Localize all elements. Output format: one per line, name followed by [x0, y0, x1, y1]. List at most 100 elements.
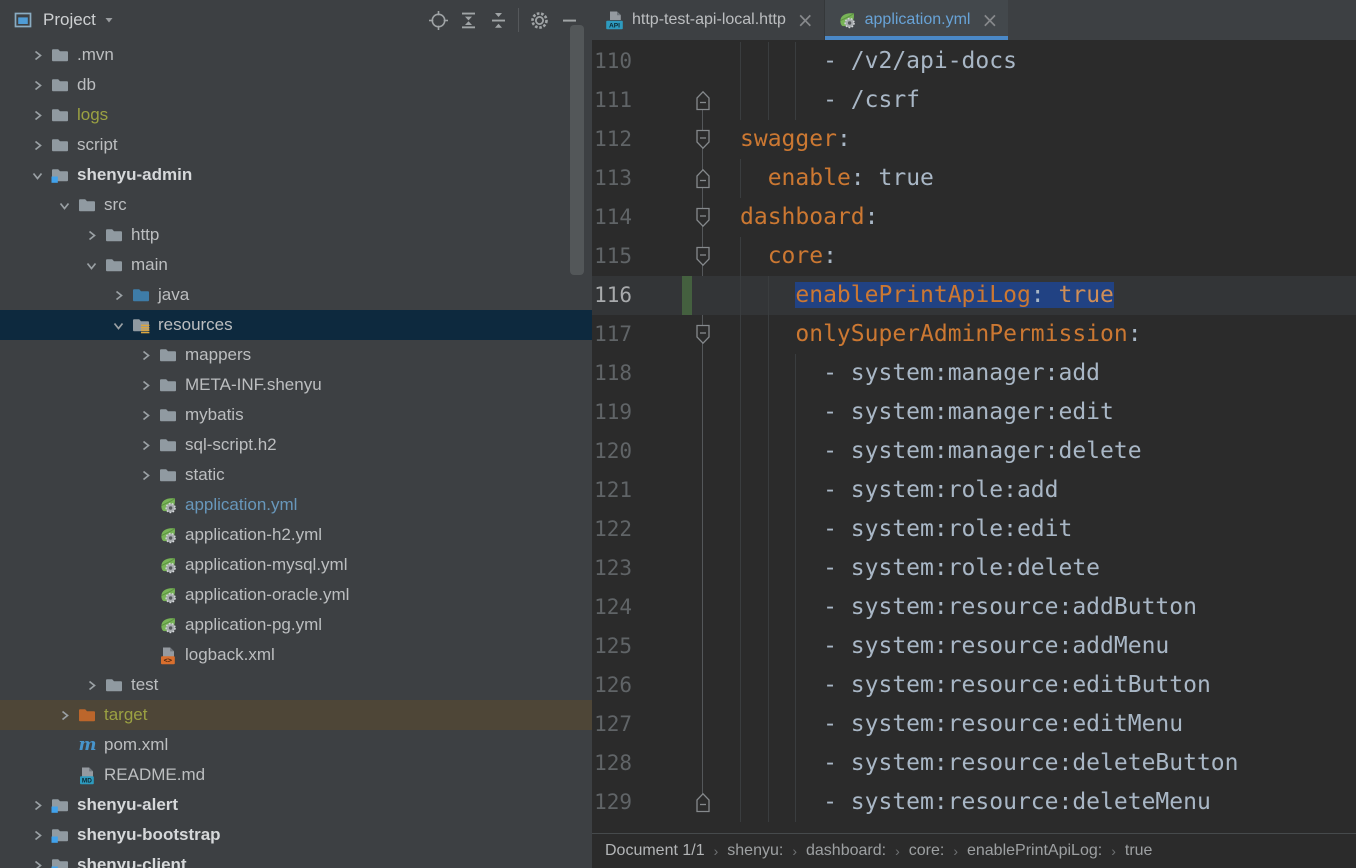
tree-item-application-oracle-yml[interactable]: application-oracle.yml: [0, 580, 592, 610]
tree-item-sql-script-h2[interactable]: sql-script.h2: [0, 430, 592, 460]
line-number: 114: [592, 198, 632, 237]
code-line-112[interactable]: 112swagger:: [592, 120, 1356, 159]
fold-up-icon[interactable]: [695, 168, 711, 189]
breadcrumb-item-1[interactable]: shenyu:: [724, 842, 786, 860]
code-line-124[interactable]: 124 - system:resource:addButton: [592, 588, 1356, 627]
code-line-122[interactable]: 122 - system:role:edit: [592, 510, 1356, 549]
tree-item-pom-xml[interactable]: mpom.xml: [0, 730, 592, 760]
tree-item-target[interactable]: target: [0, 700, 592, 730]
code-line-118[interactable]: 118 - system:manager:add: [592, 354, 1356, 393]
code-line-128[interactable]: 128 - system:resource:deleteButton: [592, 744, 1356, 783]
tree-item-shenyu-bootstrap[interactable]: shenyu-bootstrap: [0, 820, 592, 850]
code-line-129[interactable]: 129 - system:resource:deleteMenu: [592, 783, 1356, 822]
chevron-right-icon[interactable]: [26, 859, 48, 868]
collapse-all-icon[interactable]: [483, 5, 513, 35]
tree-item-application-pg-yml[interactable]: application-pg.yml: [0, 610, 592, 640]
tree-item--mvn[interactable]: .mvn: [0, 40, 592, 70]
line-number: 117: [592, 315, 632, 354]
tree-item-mybatis[interactable]: mybatis: [0, 400, 592, 430]
tree-item-src[interactable]: src: [0, 190, 592, 220]
code-editor[interactable]: 110 - /v2/api-docs111 - /csrf112swagger:…: [592, 40, 1356, 833]
chevron-right-icon[interactable]: [26, 79, 48, 92]
breadcrumb-item-2[interactable]: dashboard:: [803, 842, 889, 860]
close-icon[interactable]: ×: [981, 10, 998, 30]
code-line-119[interactable]: 119 - system:manager:edit: [592, 393, 1356, 432]
code-line-121[interactable]: 121 - system:role:add: [592, 471, 1356, 510]
chevron-down-icon[interactable]: [80, 259, 102, 272]
chevron-down-icon[interactable]: [26, 169, 48, 182]
svg-text:<>: <>: [164, 656, 172, 664]
chevron-right-icon[interactable]: [26, 799, 48, 812]
chevron-right-icon[interactable]: [80, 229, 102, 242]
code-line-113[interactable]: 113 enable: true: [592, 159, 1356, 198]
chevron-down-icon[interactable]: [53, 199, 75, 212]
close-icon[interactable]: ×: [797, 10, 814, 30]
tree-item-logback-xml[interactable]: <>logback.xml: [0, 640, 592, 670]
chevron-right-icon[interactable]: [134, 349, 156, 362]
chevron-right-icon[interactable]: [134, 379, 156, 392]
code-line-123[interactable]: 123 - system:role:delete: [592, 549, 1356, 588]
code-line-127[interactable]: 127 - system:resource:editMenu: [592, 705, 1356, 744]
tree-item-logs[interactable]: logs: [0, 100, 592, 130]
tab-application-yml[interactable]: application.yml×: [825, 0, 1009, 40]
chevron-right-icon[interactable]: [134, 439, 156, 452]
fold-up-icon[interactable]: [695, 90, 711, 111]
tree-item-application-yml[interactable]: application.yml: [0, 490, 592, 520]
expand-all-icon[interactable]: [453, 5, 483, 35]
tree-item-db[interactable]: db: [0, 70, 592, 100]
tree-item-static[interactable]: static: [0, 460, 592, 490]
tree-item-application-mysql-yml[interactable]: application-mysql.yml: [0, 550, 592, 580]
breadcrumb-item-0[interactable]: Document 1/1: [602, 842, 708, 860]
tree-item-shenyu-alert[interactable]: shenyu-alert: [0, 790, 592, 820]
tree-item-shenyu-admin[interactable]: shenyu-admin: [0, 160, 592, 190]
chevron-right-icon[interactable]: [53, 709, 75, 722]
fold-down-icon[interactable]: [695, 207, 711, 228]
line-number: 115: [592, 237, 632, 276]
settings-icon[interactable]: [524, 5, 554, 35]
tree-item-http[interactable]: http: [0, 220, 592, 250]
tree-item-application-h2-yml[interactable]: application-h2.yml: [0, 520, 592, 550]
breadcrumb-item-5[interactable]: true: [1122, 842, 1156, 860]
code-line-125[interactable]: 125 - system:resource:addMenu: [592, 627, 1356, 666]
fold-down-icon[interactable]: [695, 129, 711, 150]
folder-icon: [102, 227, 126, 243]
tree-item-resources[interactable]: resources: [0, 310, 592, 340]
chevron-right-icon[interactable]: [107, 289, 129, 302]
code-line-116[interactable]: 116 enablePrintApiLog: true: [592, 276, 1356, 315]
chevron-down-icon[interactable]: [103, 14, 115, 26]
chevron-right-icon[interactable]: [134, 469, 156, 482]
tree-item-test[interactable]: test: [0, 670, 592, 700]
chevron-down-icon[interactable]: [107, 319, 129, 332]
tree-item-shenyu-client[interactable]: shenyu-client: [0, 850, 592, 868]
breadcrumb-item-4[interactable]: enablePrintApiLog:: [964, 842, 1105, 860]
code-line-126[interactable]: 126 - system:resource:editButton: [592, 666, 1356, 705]
chevron-right-icon[interactable]: [80, 679, 102, 692]
tree-item-mappers[interactable]: mappers: [0, 340, 592, 370]
tool-window-title[interactable]: Project: [43, 10, 96, 30]
code-line-117[interactable]: 117 onlySuperAdminPermission:: [592, 315, 1356, 354]
tree-item-java[interactable]: java: [0, 280, 592, 310]
fold-down-icon[interactable]: [695, 324, 711, 345]
tab-http-test-api-local-http[interactable]: APIhttp-test-api-local.http×: [592, 0, 825, 40]
code-text: enable: true: [740, 159, 934, 198]
code-line-111[interactable]: 111 - /csrf: [592, 81, 1356, 120]
tree-item-script[interactable]: script: [0, 130, 592, 160]
chevron-right-icon[interactable]: [26, 109, 48, 122]
xml-file-icon: <>: [156, 646, 180, 665]
tree-scrollbar[interactable]: [570, 25, 584, 275]
code-line-115[interactable]: 115 core:: [592, 237, 1356, 276]
code-line-120[interactable]: 120 - system:manager:delete: [592, 432, 1356, 471]
tree-item-main[interactable]: main: [0, 250, 592, 280]
tree-item-readme-md[interactable]: MDREADME.md: [0, 760, 592, 790]
chevron-right-icon[interactable]: [26, 49, 48, 62]
chevron-right-icon[interactable]: [26, 139, 48, 152]
tree-item-meta-inf-shenyu[interactable]: META-INF.shenyu: [0, 370, 592, 400]
fold-down-icon[interactable]: [695, 246, 711, 267]
locate-icon[interactable]: [423, 5, 453, 35]
chevron-right-icon[interactable]: [134, 409, 156, 422]
chevron-right-icon[interactable]: [26, 829, 48, 842]
breadcrumb-item-3[interactable]: core:: [906, 842, 948, 860]
code-line-110[interactable]: 110 - /v2/api-docs: [592, 42, 1356, 81]
code-line-114[interactable]: 114dashboard:: [592, 198, 1356, 237]
fold-up-icon[interactable]: [695, 792, 711, 813]
